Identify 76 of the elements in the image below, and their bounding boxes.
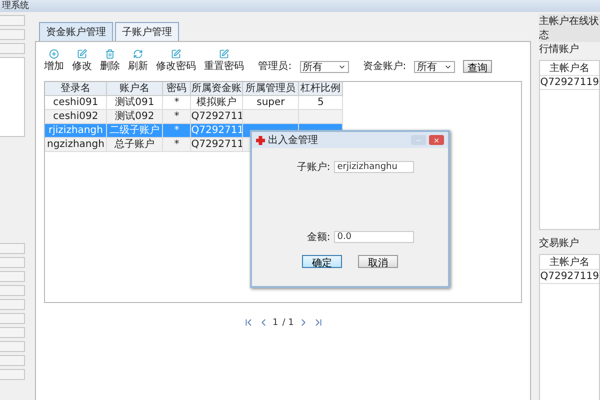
sidebar-button[interactable] — [0, 313, 26, 324]
table-cell: 5 — [299, 96, 344, 110]
table-cell: 测试091 — [107, 96, 164, 110]
column-header: 主帐户名 — [540, 255, 599, 270]
tab[interactable]: 资金账户管理 — [39, 22, 114, 41]
panel-title: 主帐户在线状态 — [539, 14, 600, 42]
sidebar-button[interactable] — [0, 257, 26, 268]
table-cell: 总子账户 — [107, 138, 164, 152]
table-cell: 模拟账户 — [191, 96, 244, 110]
sidebar-button[interactable] — [0, 369, 26, 380]
input-field[interactable]: erjizizhanghu — [334, 161, 414, 173]
last-page-icon[interactable] — [312, 317, 324, 328]
column-header: 登录名 — [45, 82, 108, 96]
table-cell: ceshi091 — [45, 96, 108, 110]
filter-label: 管理员: — [258, 60, 292, 73]
section-title: 交易账户 — [539, 236, 580, 250]
toolbar-button[interactable]: 增加 — [44, 49, 64, 73]
sidebar-button[interactable] — [0, 285, 26, 296]
dialog-title: 出入金管理 — [268, 134, 318, 147]
dialog-button[interactable]: 确定 — [302, 255, 342, 268]
close-icon — [433, 136, 440, 144]
page-number: 1 — [272, 318, 278, 328]
toolbar-button[interactable]: 修改 — [72, 49, 92, 73]
table-cell: Q72927119 — [540, 270, 599, 284]
sidebar-button[interactable] — [0, 43, 26, 54]
table-cell: ngzizhangh — [45, 138, 108, 152]
sidebar-button[interactable] — [0, 327, 26, 338]
cross-icon — [256, 136, 266, 144]
caret-icon — [444, 63, 452, 71]
table-cell: 测试092 — [107, 110, 164, 124]
pencil-icon — [77, 49, 88, 59]
table-cell: * — [163, 110, 192, 124]
table-cell: * — [163, 124, 192, 138]
plus-icon — [49, 49, 60, 59]
sidebar-button[interactable] — [0, 299, 26, 310]
table-cell: rjizizhangh — [45, 124, 108, 138]
toolbar-button[interactable]: 修改密码 — [156, 49, 196, 73]
refresh-icon — [133, 49, 144, 59]
dialog-button[interactable]: 取消 — [358, 255, 398, 268]
page-total: / 1 — [282, 318, 294, 328]
column-header: 所属资金账 — [191, 82, 244, 96]
column-header: 密码 — [163, 82, 192, 96]
pencil-icon — [171, 49, 182, 59]
table-cell: ceshi092 — [45, 110, 108, 124]
sidebar-button[interactable] — [0, 243, 26, 254]
field-label: 金额: — [306, 230, 330, 244]
close-button[interactable] — [429, 135, 444, 145]
table-cell: super — [243, 96, 300, 110]
toolbar-button[interactable]: 删除 — [100, 49, 120, 73]
input-field[interactable]: 0.0 — [334, 231, 414, 243]
column-header: 杠杆比例 — [299, 82, 344, 96]
filter-label: 资金账户: — [362, 60, 406, 73]
table-cell: * — [163, 138, 192, 152]
sidebar-button[interactable] — [0, 341, 26, 352]
table-cell: 二级子账户 — [107, 124, 164, 138]
sidebar-button[interactable] — [0, 355, 26, 366]
column-header: 主帐户名 — [540, 61, 599, 76]
table-cell: Q72927119 — [540, 76, 599, 90]
sidebar-button[interactable] — [0, 271, 26, 282]
section-title: 行情账户 — [539, 42, 580, 56]
table-cell: * — [163, 96, 192, 110]
caret-icon — [338, 63, 346, 71]
column-header: 所属管理员 — [243, 82, 300, 96]
query-button[interactable]: 查询 — [463, 60, 492, 73]
window-title: 理系统 — [0, 0, 600, 12]
dropdown[interactable]: 所有 — [414, 61, 456, 73]
field-label: 子账户: — [296, 160, 330, 174]
dropdown[interactable]: 所有 — [300, 61, 349, 73]
toolbar-button[interactable]: 重置密码 — [204, 49, 244, 73]
trash-icon — [105, 49, 116, 59]
sidebar-button[interactable] — [0, 15, 26, 26]
sidebar-button[interactable] — [0, 29, 26, 40]
tab[interactable]: 子账户管理 — [115, 22, 180, 41]
toolbar-button[interactable]: 刷新 — [128, 49, 148, 73]
pencil-icon — [219, 49, 230, 59]
column-header: 账户名 — [107, 82, 164, 96]
